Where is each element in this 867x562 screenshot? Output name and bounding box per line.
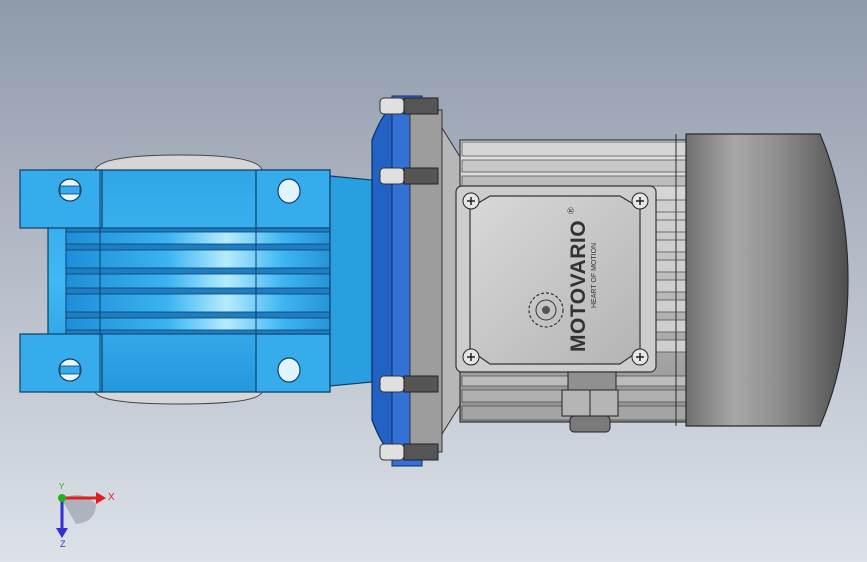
motor-fin <box>461 141 687 157</box>
screw-icon <box>631 348 649 366</box>
worm-gearbox[interactable] <box>19 154 373 405</box>
gearbox-rib <box>65 249 359 269</box>
motor-fin <box>651 339 687 353</box>
gearbox-rib <box>65 293 359 313</box>
brand-registered-mark: ® <box>566 207 576 214</box>
motor-fin <box>651 299 687 313</box>
brand-name: MOTOVARIO <box>567 220 590 352</box>
view-orientation-triad[interactable]: X Y Z <box>40 478 130 548</box>
screw-icon <box>631 192 649 210</box>
x-axis-label: X <box>108 492 115 503</box>
z-axis-arrowhead <box>56 528 68 538</box>
gearbox-rib <box>65 231 359 245</box>
flange-adapter <box>409 109 443 453</box>
gearbox-rib <box>65 273 359 289</box>
brand-tagline: HEART OF MOTION <box>591 243 598 308</box>
motor-fin <box>461 175 687 187</box>
motor-fin <box>651 199 687 213</box>
z-axis-label: Z <box>60 539 66 548</box>
fan-cover <box>685 133 849 427</box>
gearbox-foot-top <box>19 169 103 229</box>
screw-icon <box>462 192 480 210</box>
graphics-viewport[interactable]: MOTOVARIO ® HEART OF MOTION X Y Z <box>0 0 867 562</box>
screw-icon <box>462 348 480 366</box>
bolt-icon <box>58 358 82 382</box>
cable-gland-icon <box>561 371 619 433</box>
motor-fin <box>651 219 687 233</box>
y-axis-dot <box>58 494 66 502</box>
motor-flange[interactable] <box>371 95 463 467</box>
bolt-icon <box>58 178 82 202</box>
screw-icon <box>379 375 439 393</box>
motor-fin <box>651 319 687 333</box>
screw-icon <box>379 167 439 185</box>
screw-icon <box>379 97 439 115</box>
cad-scene[interactable]: MOTOVARIO ® HEART OF MOTION <box>0 0 867 562</box>
screw-icon <box>379 443 439 461</box>
motor-fin <box>461 159 687 173</box>
terminal-box-cover <box>469 195 641 365</box>
electric-motor[interactable]: MOTOVARIO ® HEART OF MOTION <box>455 133 849 433</box>
mounting-hole <box>277 178 301 204</box>
motor-fin <box>651 239 687 253</box>
motor-fin <box>651 259 687 273</box>
mounting-hole <box>277 357 301 383</box>
y-axis-label: Y <box>59 482 65 491</box>
motor-fin <box>651 279 687 293</box>
gearbox-rib <box>65 317 359 331</box>
x-axis-arrowhead <box>96 492 106 504</box>
worm-housing <box>329 175 373 387</box>
